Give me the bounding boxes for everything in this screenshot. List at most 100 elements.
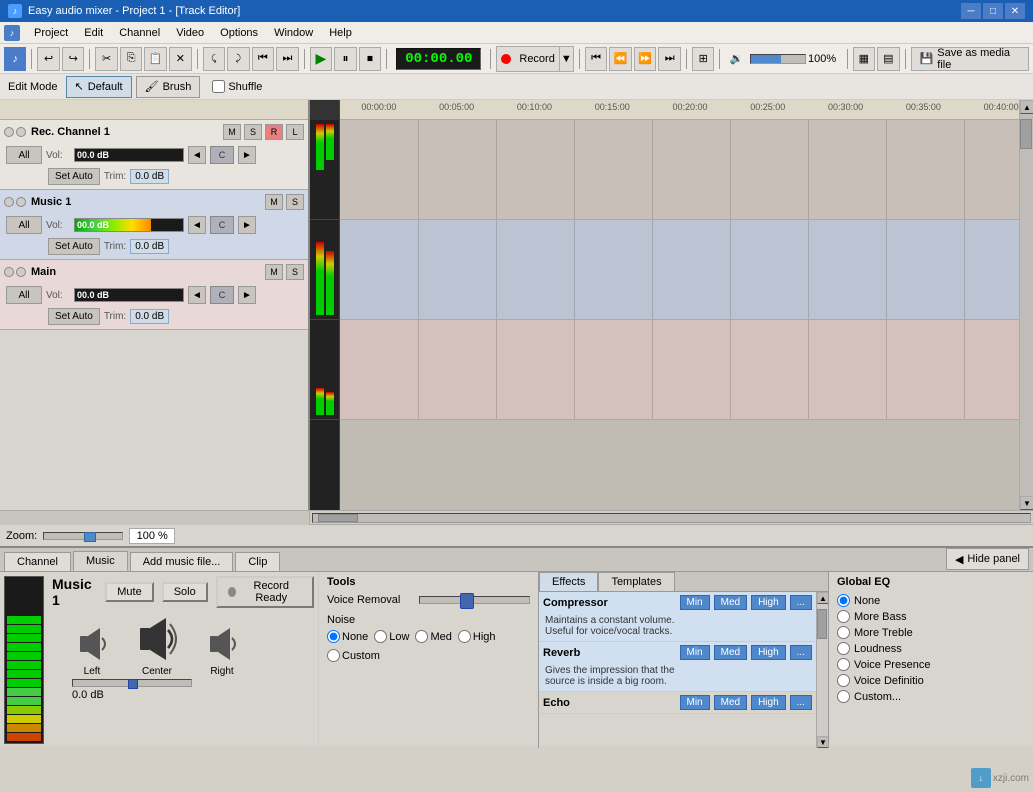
minimize-button[interactable]: ─ [961,3,981,19]
tab-clip[interactable]: Clip [235,552,280,571]
compressor-high-btn[interactable]: High [751,595,786,610]
track-1-pan-left[interactable]: ◄ [188,146,206,164]
track-1-content[interactable] [340,120,1019,220]
track-3-m-btn[interactable]: M [265,264,283,280]
effects-scroll-down[interactable]: ▼ [817,736,828,748]
track-3-pan-knob[interactable]: C [210,286,234,304]
maximize-button[interactable]: □ [983,3,1003,19]
volume-slider[interactable] [750,54,806,64]
import-button[interactable]: ⤹ [203,47,226,71]
track-2-setauto-btn[interactable]: Set Auto [48,238,100,255]
brush-mode-button[interactable]: 🖌 Brush [136,76,201,98]
play-button[interactable]: ▶ [310,47,333,71]
reverb-high-btn[interactable]: High [751,645,786,660]
menu-window[interactable]: Window [266,22,321,44]
effects-scroll-thumb[interactable] [817,609,827,639]
track-3-pan-left[interactable]: ◄ [188,286,206,304]
shuffle-checkbox[interactable] [212,80,225,93]
cut-button[interactable]: ✂ [95,47,118,71]
menu-channel[interactable]: Channel [111,22,168,44]
skip-start-button[interactable]: ⏮ [585,47,608,71]
echo-more-btn[interactable]: ... [790,695,812,710]
v-scroll-track[interactable] [1020,114,1033,496]
echo-high-btn[interactable]: High [751,695,786,710]
step-fwd-button[interactable]: ⏩ [634,47,657,71]
track-1-toggle2[interactable] [16,127,26,137]
eq-none-radio[interactable] [837,594,850,607]
compressor-more-btn[interactable]: ... [790,595,812,610]
voice-removal-slider[interactable] [419,596,530,604]
track-3-setauto-btn[interactable]: Set Auto [48,308,100,325]
track-2-pan-left[interactable]: ◄ [188,216,206,234]
noise-high-radio[interactable] [458,630,471,643]
tab-add-music[interactable]: Add music file... [130,552,234,571]
h-scrollbar[interactable] [0,510,1033,524]
reverb-min-btn[interactable]: Min [680,645,710,660]
skip-end-button[interactable]: ⏭ [658,47,681,71]
record-dropdown[interactable]: ▼ [559,47,573,71]
next-button[interactable]: ⏭ [276,47,299,71]
track-3-all-btn[interactable]: All [6,286,42,304]
voice-removal-thumb[interactable] [460,593,474,609]
eq-loudness-option[interactable]: Loudness [837,642,980,655]
noise-custom-option[interactable]: Custom [327,649,530,662]
track-1-toggle1[interactable] [4,127,14,137]
noise-low-option[interactable]: Low [374,630,409,643]
eq-voice-def-option[interactable]: Voice Definitio [837,674,980,687]
track-2-toggle2[interactable] [16,197,26,207]
track-2-toggle1[interactable] [4,197,14,207]
effects-scrollbar[interactable]: ▲ ▼ [816,592,828,748]
track-2-pan-knob[interactable]: C [210,216,234,234]
track-2-all-btn[interactable]: All [6,216,42,234]
noise-med-option[interactable]: Med [415,630,451,643]
step-back-button[interactable]: ⏪ [609,47,632,71]
view-btn1[interactable]: ▦ [853,47,876,71]
menu-edit[interactable]: Edit [76,22,111,44]
mute-button[interactable]: Mute [105,582,153,602]
prev-button[interactable]: ⏮ [252,47,275,71]
h-scroll-track[interactable] [312,513,1031,523]
default-mode-button[interactable]: ↖ Default [66,76,132,98]
templates-tab[interactable]: Templates [598,572,674,591]
compressor-med-btn[interactable]: Med [714,595,747,610]
zoom-pct-display[interactable]: 100 % [129,528,175,544]
eq-more-treble-radio[interactable] [837,626,850,639]
save-media-button[interactable]: 💾 Save as media file [911,47,1029,71]
eq-voice-presence-radio[interactable] [837,658,850,671]
eq-loudness-radio[interactable] [837,642,850,655]
solo-button[interactable]: Solo [162,582,208,602]
stop-button[interactable]: ⏹ [359,47,382,71]
menu-help[interactable]: Help [321,22,360,44]
track-1-pan-knob[interactable]: C [210,146,234,164]
track-1-m-btn[interactable]: M [223,124,241,140]
eq-voice-def-radio[interactable] [837,674,850,687]
reverb-med-btn[interactable]: Med [714,645,747,660]
effects-tab[interactable]: Effects [539,572,598,591]
track-1-pan-right[interactable]: ► [238,146,256,164]
menu-video[interactable]: Video [168,22,212,44]
track-2-content[interactable] [340,220,1019,320]
eq-custom-option[interactable]: Custom... [837,690,980,703]
close-button[interactable]: ✕ [1005,3,1025,19]
export-button[interactable]: ⤸ [227,47,250,71]
eq-more-treble-option[interactable]: More Treble [837,626,980,639]
reverb-more-btn[interactable]: ... [790,645,812,660]
redo-button[interactable]: ↪ [62,47,85,71]
pan-thumb[interactable] [128,679,138,689]
eq-custom-radio[interactable] [837,690,850,703]
track-1-s-btn[interactable]: S [244,124,262,140]
track-1-l-btn[interactable]: L [286,124,304,140]
hide-panel-button[interactable]: ◀ Hide panel [946,548,1029,570]
eq-more-bass-option[interactable]: More Bass [837,610,980,623]
menu-options[interactable]: Options [212,22,266,44]
track-3-toggle2[interactable] [16,267,26,277]
h-scroll-thumb[interactable] [318,514,358,522]
effects-scroll-track[interactable] [817,604,828,736]
compressor-min-btn[interactable]: Min [680,595,710,610]
track-3-toggle1[interactable] [4,267,14,277]
track-3-s-btn[interactable]: S [286,264,304,280]
track-1-all-btn[interactable]: All [6,146,42,164]
echo-med-btn[interactable]: Med [714,695,747,710]
pan-slider[interactable] [72,679,192,687]
shuffle-checkbox-group[interactable]: Shuffle [212,80,262,93]
